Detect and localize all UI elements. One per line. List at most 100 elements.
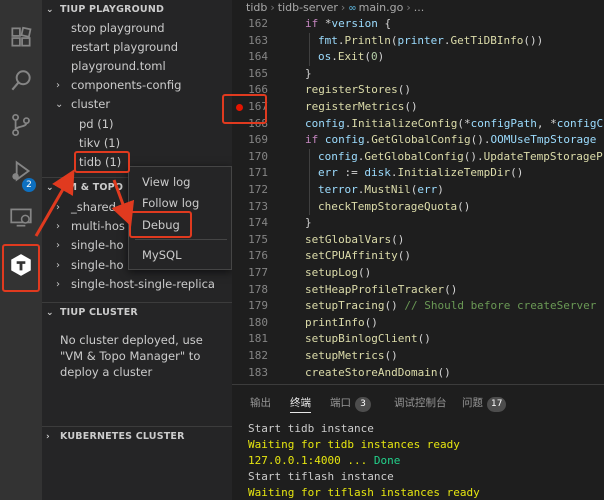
run-debug-icon[interactable]: 2 bbox=[0, 148, 42, 194]
line-number[interactable]: 173 bbox=[232, 199, 268, 216]
chevron-right-icon[interactable]: › bbox=[56, 256, 60, 275]
go-file-icon: ∞ bbox=[348, 3, 357, 14]
line-number[interactable]: 169 bbox=[232, 132, 268, 149]
code-line[interactable]: 181 setupBinlogClient() bbox=[232, 331, 604, 348]
tiup-cluster-header[interactable]: ⌄ TIUP CLUSTER bbox=[42, 303, 232, 323]
tiup-playground-header[interactable]: ⌄ TIUP PLAYGROUND bbox=[42, 0, 232, 20]
remote-explorer-icon[interactable] bbox=[0, 194, 42, 240]
line-number[interactable]: 164 bbox=[232, 49, 268, 66]
line-number[interactable]: 172 bbox=[232, 182, 268, 199]
terminal-line: Waiting for tidb instances ready bbox=[248, 438, 460, 451]
line-number[interactable]: 163 bbox=[232, 33, 268, 50]
chevron-down-icon: ⌄ bbox=[46, 5, 54, 15]
search-icon[interactable] bbox=[0, 58, 42, 104]
panel-tab-label: 端口 bbox=[330, 397, 351, 409]
panel-tab[interactable]: 输出 bbox=[250, 395, 271, 413]
code-text: setupMetrics() bbox=[305, 349, 398, 362]
chevron-right-icon[interactable]: › bbox=[56, 275, 60, 294]
panel-tab[interactable]: 端口 3 bbox=[330, 395, 371, 413]
code-line[interactable]: 182 setupMetrics() bbox=[232, 348, 604, 365]
code-line[interactable]: 176 setCPUAffinity() bbox=[232, 248, 604, 265]
mysql-menu-item[interactable]: MySQL bbox=[129, 245, 233, 265]
terminal-line: Waiting for tiflash instances ready bbox=[248, 486, 480, 499]
code-line[interactable]: 175 setGlobalVars() bbox=[232, 232, 604, 249]
stop-playground-item[interactable]: stop playground bbox=[71, 19, 165, 38]
line-number[interactable]: 170 bbox=[232, 149, 268, 166]
chevron-down-icon: ⌄ bbox=[46, 183, 54, 193]
code-line[interactable]: 178 setHeapProfileTracker() bbox=[232, 282, 604, 299]
line-number[interactable]: 176 bbox=[232, 248, 268, 265]
code-text: setCPUAffinity() bbox=[305, 249, 411, 263]
code-line[interactable]: 169 if config.GetGlobalConfig().OOMUseTmp… bbox=[232, 132, 604, 149]
chevron-right-icon[interactable]: › bbox=[56, 76, 60, 95]
panel-tab[interactable]: 终端 bbox=[290, 395, 311, 413]
breadcrumb-item[interactable]: main.go bbox=[359, 1, 404, 14]
code-line[interactable]: 171 err := disk.InitializeTempDir() bbox=[232, 165, 604, 182]
code-line[interactable]: 170 config.GetGlobalConfig().UpdateTempSt… bbox=[232, 148, 604, 166]
code-editor[interactable]: tidb › tidb-server › ∞ main.go ›... 162 if *ver… bbox=[232, 0, 604, 384]
restart-playground-item[interactable]: restart playground bbox=[71, 38, 178, 57]
code-line[interactable]: 173 checkTempStorageQuota() bbox=[232, 198, 604, 216]
line-number[interactable]: 183 bbox=[232, 365, 268, 382]
section-title: VM & TOPO bbox=[60, 182, 124, 193]
panel-tab-badge: 3 bbox=[355, 397, 371, 412]
line-number[interactable]: 171 bbox=[232, 165, 268, 182]
code-line[interactable]: 168 config.InitializeConfig(*configPath, … bbox=[232, 116, 604, 133]
indent-guide bbox=[309, 32, 310, 50]
code-line[interactable]: 167 registerMetrics() bbox=[232, 99, 604, 116]
topo-item-single-host-single-replica[interactable]: single-host-single-replica bbox=[71, 275, 215, 294]
cluster-item[interactable]: cluster bbox=[71, 95, 110, 114]
line-number[interactable]: 180 bbox=[232, 315, 268, 332]
bottom-panel: 输出 终端 端口 3 调试控制台 问题 17 Start tidb instance Wait… bbox=[232, 384, 604, 500]
code-line[interactable]: 179 setupTracing() // Should before creat… bbox=[232, 298, 604, 315]
line-number[interactable]: 177 bbox=[232, 265, 268, 282]
pd-item[interactable]: pd (1) bbox=[79, 115, 114, 134]
code-text: setHeapProfileTracker() bbox=[305, 282, 458, 296]
code-text: printInfo() bbox=[305, 315, 378, 329]
code-text: terror.MustNil(err) bbox=[318, 183, 444, 196]
code-line[interactable]: 165} bbox=[232, 66, 604, 83]
code-line[interactable]: 177 setupLog() bbox=[232, 265, 604, 282]
line-number[interactable]: 165 bbox=[232, 66, 268, 83]
breadcrumb-item[interactable]: ... bbox=[414, 1, 425, 14]
code-line[interactable]: 164 os.Exit(0) bbox=[232, 49, 604, 66]
code-text: setupLog() bbox=[305, 266, 372, 279]
explorer-icon[interactable] bbox=[0, 14, 42, 60]
chevron-right-icon[interactable]: › bbox=[56, 217, 60, 236]
code-line[interactable]: 163 fmt.Println(printer.GetTiDBInfo()) bbox=[232, 32, 604, 50]
kubernetes-cluster-header[interactable]: › KUBERNETES CLUSTER bbox=[42, 427, 232, 447]
line-number[interactable]: 175 bbox=[232, 232, 268, 249]
panel-tab[interactable]: 调试控制台 bbox=[394, 395, 447, 413]
breadcrumb-item[interactable]: tidb bbox=[246, 1, 267, 14]
topo-item-single-host-a[interactable]: single-ho bbox=[71, 236, 124, 255]
topo-item-multi-host[interactable]: multi-hos bbox=[71, 217, 125, 236]
panel-tab[interactable]: 问题 17 bbox=[462, 395, 507, 413]
topo-item-shared[interactable]: _shared bbox=[71, 198, 116, 217]
line-number[interactable]: 181 bbox=[232, 331, 268, 348]
components-config-item[interactable]: components-config bbox=[71, 76, 181, 95]
chevron-right-icon[interactable]: › bbox=[56, 198, 60, 217]
chevron-down-icon[interactable]: ⌄ bbox=[55, 95, 63, 114]
chevron-right-icon[interactable]: › bbox=[56, 236, 60, 255]
highlight-debug-item bbox=[129, 211, 192, 238]
line-number[interactable]: 162 bbox=[232, 16, 268, 33]
code-line[interactable]: 162 if *version { bbox=[232, 16, 604, 33]
menu-separator bbox=[135, 239, 227, 240]
follow-log-menu-item[interactable]: Follow log bbox=[129, 193, 233, 213]
no-cluster-message: No cluster deployed, use "VM & Topo Mana… bbox=[60, 333, 203, 379]
playground-toml-item[interactable]: playground.toml bbox=[71, 57, 166, 76]
line-number[interactable]: 182 bbox=[232, 348, 268, 365]
breadcrumb-item[interactable]: tidb-server bbox=[278, 1, 338, 14]
line-number[interactable]: 174 bbox=[232, 215, 268, 232]
view-log-menu-item[interactable]: View log bbox=[129, 172, 233, 192]
line-number[interactable]: 178 bbox=[232, 282, 268, 299]
source-control-icon[interactable] bbox=[0, 102, 42, 148]
code-line[interactable]: 166 registerStores() bbox=[232, 82, 604, 99]
line-number[interactable]: 179 bbox=[232, 298, 268, 315]
section-title: TIUP PLAYGROUND bbox=[60, 4, 165, 15]
topo-item-single-host-b[interactable]: single-ho bbox=[71, 256, 124, 275]
code-line[interactable]: 183 createStoreAndDomain() bbox=[232, 365, 604, 382]
code-line[interactable]: 174} bbox=[232, 215, 604, 232]
code-line[interactable]: 180 printInfo() bbox=[232, 315, 604, 332]
code-line[interactable]: 172 terror.MustNil(err) bbox=[232, 182, 604, 199]
